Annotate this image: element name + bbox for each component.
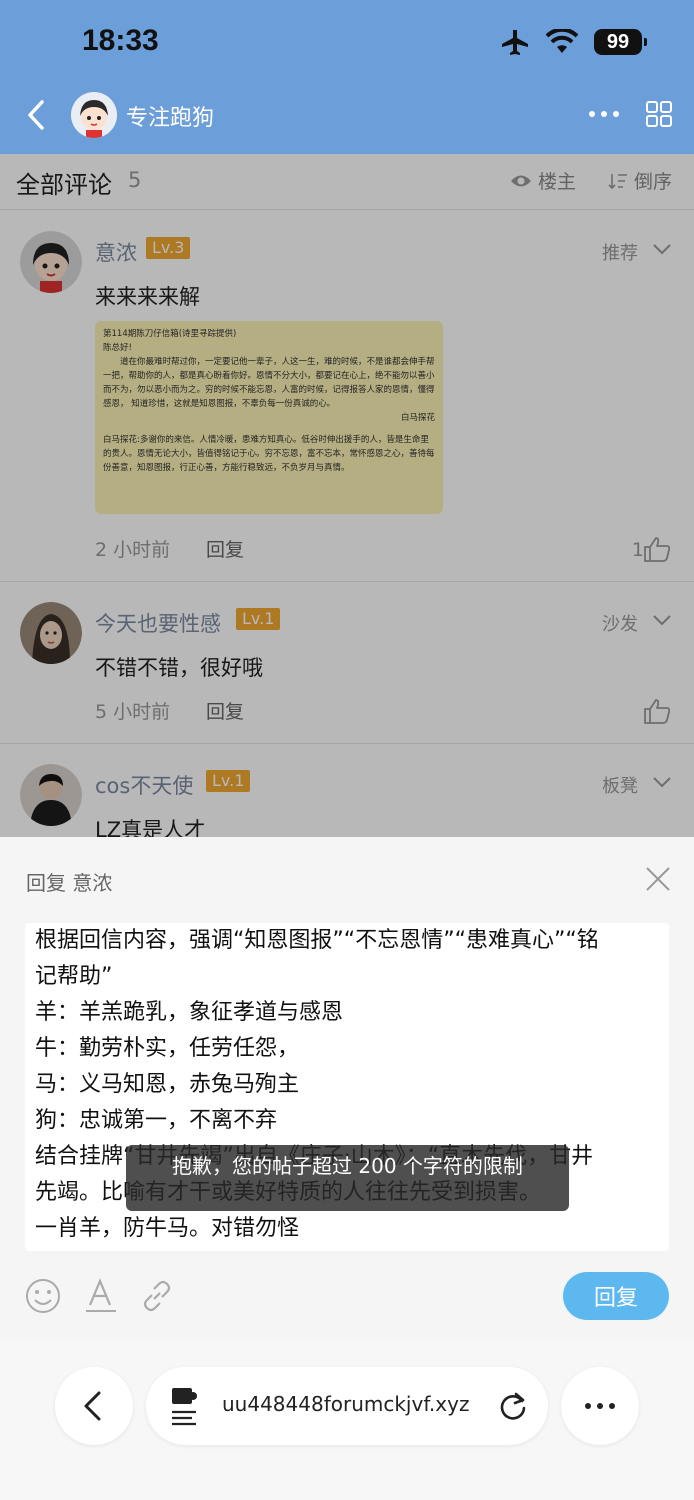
error-toast-text: 抱歉，您的帖子超过 200 个字符的限制 [172, 1153, 523, 1178]
author-avatar[interactable] [71, 92, 117, 138]
status-time: 18:33 [82, 24, 159, 57]
dim-overlay[interactable] [0, 154, 694, 837]
status-icons: 99 [500, 26, 647, 58]
extension-icon[interactable] [170, 1386, 200, 1426]
emoji-icon[interactable] [24, 1277, 62, 1315]
text-format-icon[interactable] [82, 1277, 120, 1315]
browser-menu-button[interactable] [561, 1367, 639, 1445]
reply-text-line: 记帮助” [35, 964, 113, 989]
reply-text-line: 羊：羊羔跪乳，象征孝道与感恩 [35, 1000, 344, 1025]
reload-icon[interactable] [498, 1391, 528, 1421]
reply-text-line: 一肖羊，防牛马。对错勿怪 [35, 1216, 300, 1241]
battery-indicator: 99 [594, 29, 647, 55]
submit-reply-button[interactable]: 回复 [563, 1272, 669, 1320]
reply-text-line: 牛：勤劳朴实，任劳任怨， [35, 1036, 300, 1061]
browser-toolbar: uu448448forumckjvf.xyz [0, 1341, 694, 1500]
more-dots-icon[interactable] [586, 100, 622, 128]
top-bar: 18:33 99 专注跑狗 [0, 0, 694, 154]
airplane-icon [502, 30, 528, 55]
reply-panel-title: 回复 意浓 [26, 871, 113, 895]
url-text: uu448448forumckjvf.xyz [222, 1392, 470, 1416]
reply-text-line: 根据回信内容，强调“知恩图报”“不忘恩情”“患难真心”“铭 [35, 928, 599, 953]
grid-icon[interactable] [644, 100, 674, 128]
screen: 18:33 99 专注跑狗 全部评论 5 楼主 倒序 意浓 Lv.3 推荐 来来… [0, 0, 694, 1500]
wifi-icon [546, 29, 578, 53]
browser-back-button[interactable] [55, 1367, 133, 1445]
address-bar[interactable]: uu448448forumckjvf.xyz [146, 1367, 548, 1445]
error-toast: 抱歉，您的帖子超过 200 个字符的限制 [126, 1145, 569, 1211]
thread-author-name[interactable]: 专注跑狗 [126, 100, 214, 132]
chevron-left-icon [84, 1391, 101, 1421]
reply-text-line: 马：义马知恩，赤兔马殉主 [35, 1072, 300, 1097]
back-arrow-icon[interactable] [22, 98, 52, 132]
link-icon[interactable] [138, 1277, 176, 1315]
close-icon[interactable] [645, 866, 671, 892]
more-dots-icon [585, 1403, 615, 1409]
reply-panel: 回复 意浓 根据回信内容，强调“知恩图报”“不忘恩情”“患难真心”“铭 记帮助”… [0, 837, 694, 1341]
reply-text-line: 狗：忠诚第一，不离不弃 [35, 1108, 278, 1133]
